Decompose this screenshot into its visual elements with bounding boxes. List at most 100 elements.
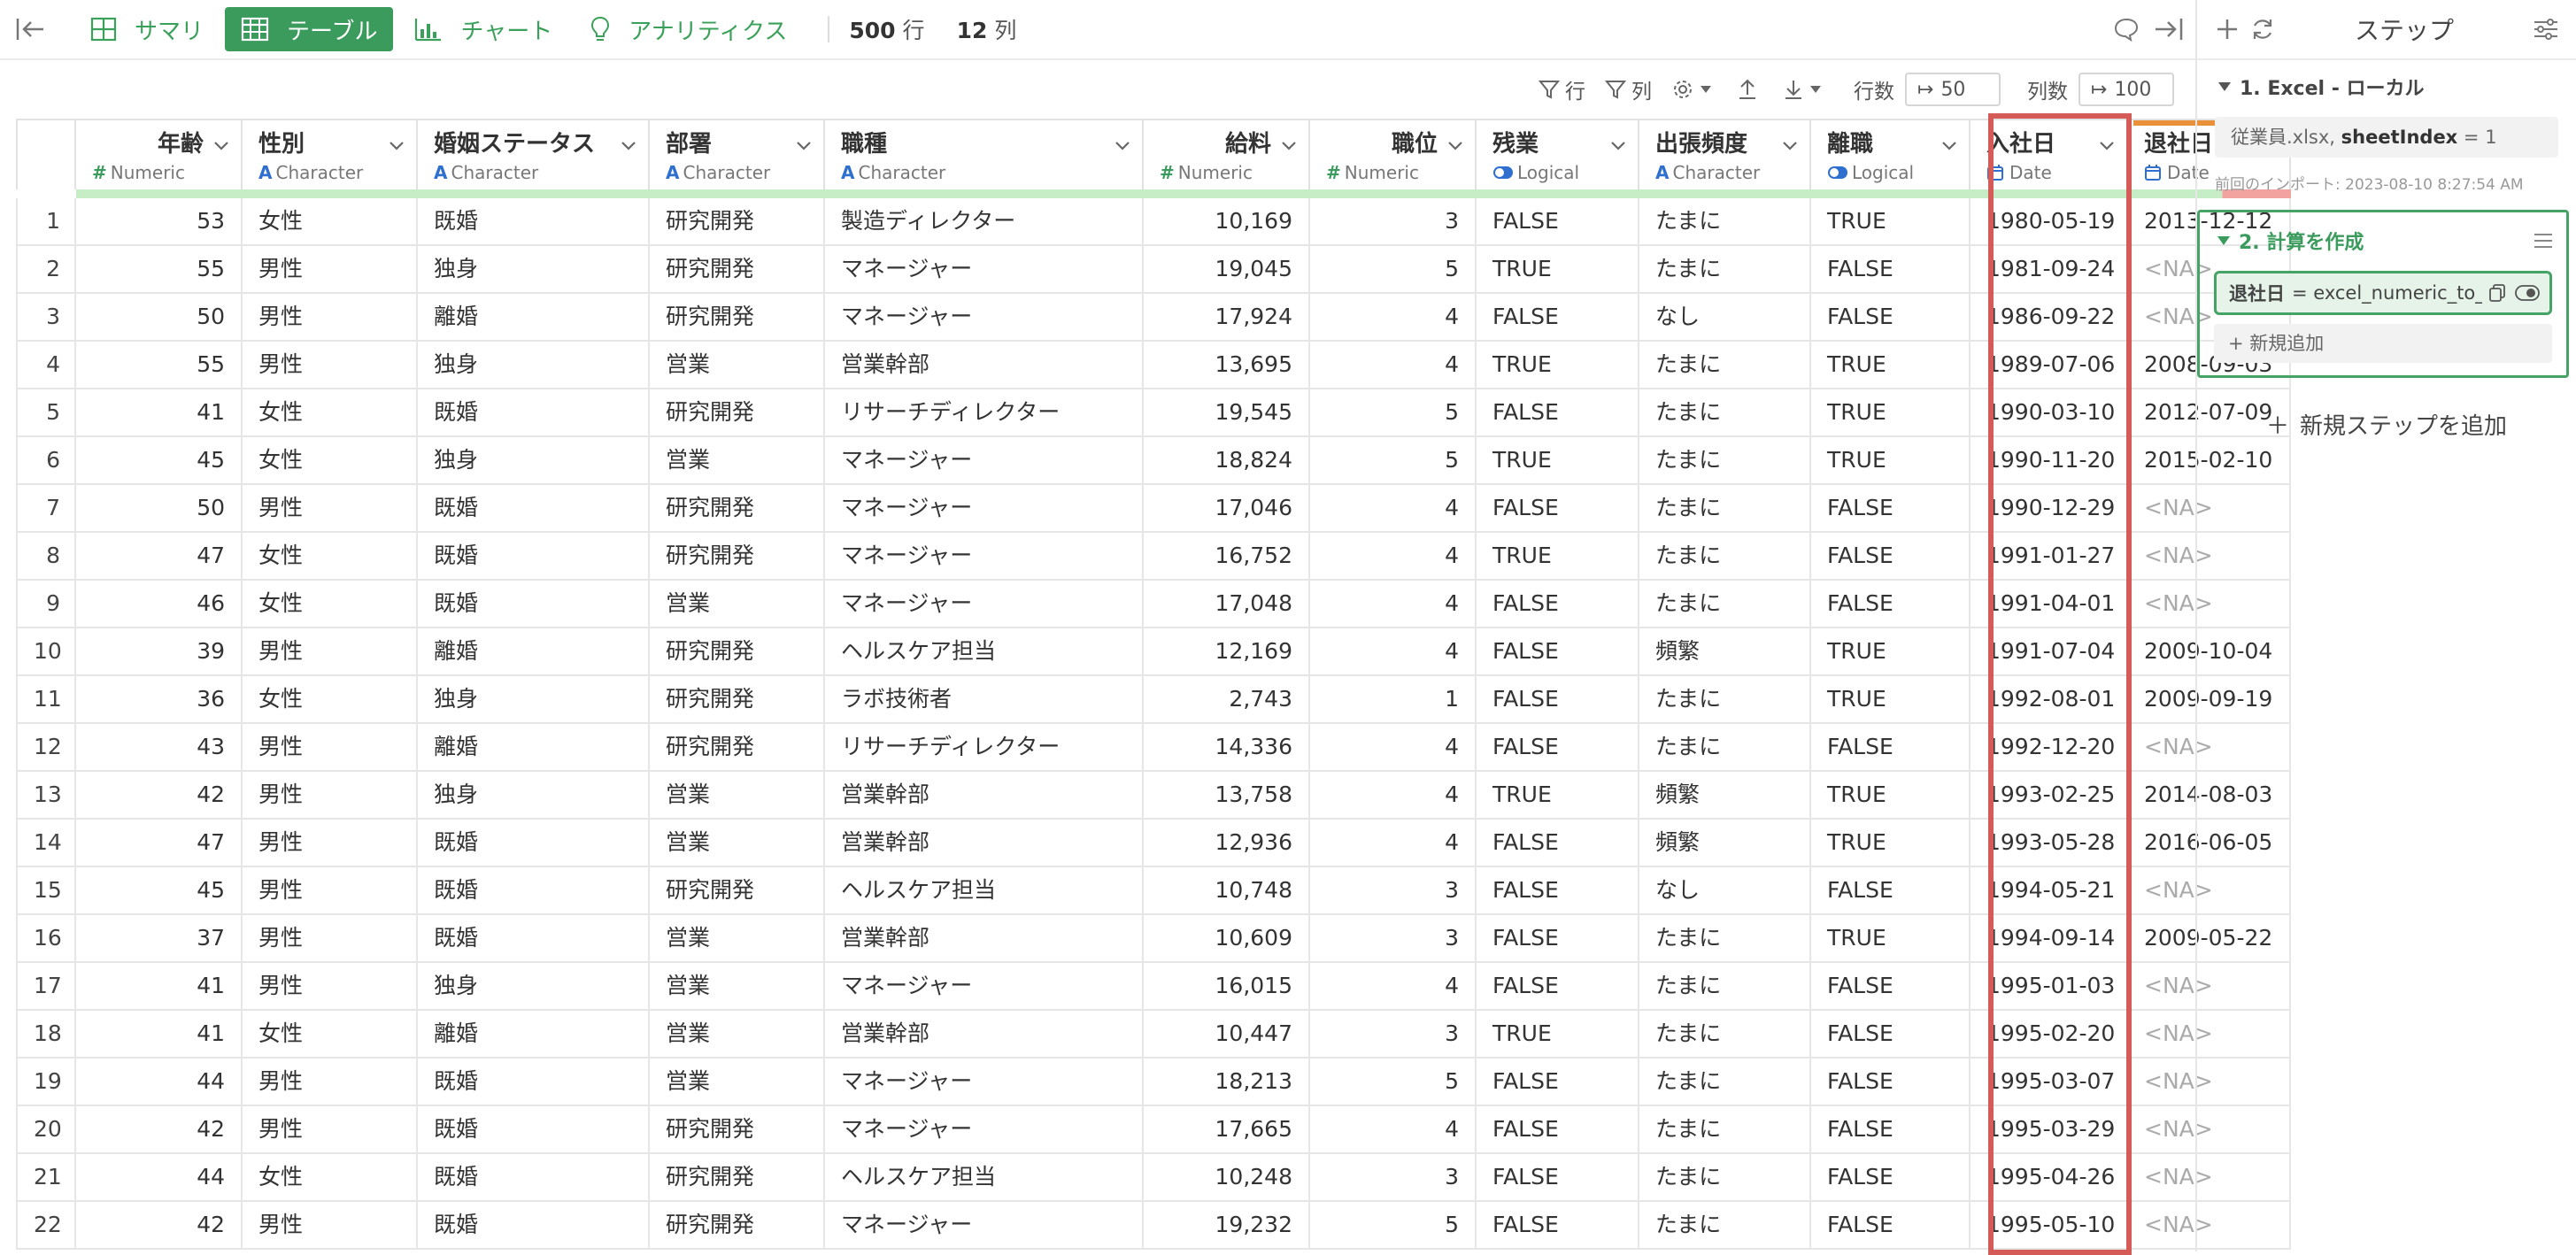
table-cell-hire-date[interactable]: 1994-05-21 [1971,867,2128,915]
table-cell-marital[interactable]: 離婚 [418,1011,650,1059]
table-cell-gender[interactable]: 男性 [243,915,418,963]
column-header-rank[interactable]: 職位 # Numeric [1310,119,1477,189]
table-cell-age[interactable]: 39 [76,628,243,676]
table-cell-overtime[interactable]: TRUE [1477,342,1639,389]
table-row[interactable]: 12 43 男性 離婚 研究開発 リサーチディレクター 14,336 4 FALSE たまに FAL… [16,724,2291,772]
table-cell-gender[interactable]: 男性 [243,1059,418,1106]
table-cell-salary[interactable]: 14,336 [1144,724,1310,772]
table-cell-marital[interactable]: 離婚 [418,724,650,772]
table-cell-rank[interactable]: 3 [1310,1154,1477,1202]
column-header-salary[interactable]: 給料 # Numeric [1144,119,1310,189]
table-cell-hire-date[interactable]: 1980-05-19 [1971,198,2128,246]
table-cell-age[interactable]: 41 [76,1011,243,1059]
table-cell-salary[interactable]: 19,545 [1144,389,1310,437]
table-row[interactable]: 1 53 女性 既婚 研究開発 製造ディレクター 10,169 3 FALSE たまに TRUE 19… [16,198,2291,246]
table-cell-dept[interactable]: 研究開発 [650,628,825,676]
chevron-down-icon[interactable] [795,136,813,154]
table-cell-travel[interactable]: たまに [1639,676,1811,724]
table-cell-dept[interactable]: 営業 [650,772,825,820]
table-cell-dept[interactable]: 営業 [650,963,825,1011]
table-cell-overtime[interactable]: FALSE [1477,1154,1639,1202]
rows-limit-input[interactable]: ↦ 50 [1905,73,2001,106]
table-cell-gender[interactable]: 男性 [243,724,418,772]
table-cell-age[interactable]: 47 [76,820,243,867]
table-cell-marital[interactable]: 既婚 [418,820,650,867]
table-cell-dept[interactable]: 研究開発 [650,389,825,437]
column-header-attrition[interactable]: 離職 Logical [1811,119,1971,189]
table-cell-hire-date[interactable]: 1990-12-29 [1971,485,2128,533]
table-cell-gender[interactable]: 男性 [243,246,418,294]
table-cell-attrition[interactable]: TRUE [1811,820,1971,867]
table-cell-hire-date[interactable]: 1995-03-07 [1971,1059,2128,1106]
chevron-down-icon[interactable] [2098,136,2116,154]
table-row[interactable]: 15 45 男性 既婚 研究開発 ヘルスケア担当 10,748 3 FALSE なし FALSE 19… [16,867,2291,915]
table-cell-gender[interactable]: 女性 [243,533,418,581]
table-cell-attrition[interactable]: FALSE [1811,581,1971,628]
table-row[interactable]: 6 45 女性 独身 営業 マネージャー 18,824 5 TRUE たまに TRUE 1990-11… [16,437,2291,485]
table-cell-attrition[interactable]: FALSE [1811,294,1971,342]
table-cell-dept[interactable]: 研究開発 [650,676,825,724]
table-cell-dept[interactable]: 研究開発 [650,1106,825,1154]
table-cell-job[interactable]: マネージャー [825,294,1144,342]
table-cell-travel[interactable]: たまに [1639,246,1811,294]
table-cell-salary[interactable]: 17,048 [1144,581,1310,628]
table-cell-dept[interactable]: 研究開発 [650,867,825,915]
table-cell-age[interactable]: 50 [76,485,243,533]
table-cell-overtime[interactable]: FALSE [1477,724,1639,772]
table-cell-marital[interactable]: 独身 [418,963,650,1011]
column-header-dept[interactable]: 部署 A Character [650,119,825,189]
table-cell-salary[interactable]: 10,748 [1144,867,1310,915]
table-cell-dept[interactable]: 研究開発 [650,485,825,533]
table-cell-job[interactable]: 営業幹部 [825,1011,1144,1059]
table-cell-hire-date[interactable]: 1991-07-04 [1971,628,2128,676]
table-row[interactable]: 8 47 女性 既婚 研究開発 マネージャー 16,752 4 TRUE たまに FALSE 1991… [16,533,2291,581]
table-row[interactable]: 20 42 男性 既婚 研究開発 マネージャー 17,665 4 FALSE たまに FALSE 19… [16,1106,2291,1154]
chevron-down-icon[interactable] [1940,136,1958,154]
table-cell-age[interactable]: 43 [76,724,243,772]
table-cell-salary[interactable]: 10,447 [1144,1011,1310,1059]
table-cell-travel[interactable]: たまに [1639,389,1811,437]
table-cell-attrition[interactable]: TRUE [1811,437,1971,485]
plus-icon[interactable] [2210,12,2245,47]
table-cell-hire-date[interactable]: 1990-11-20 [1971,437,2128,485]
table-cell-attrition[interactable]: FALSE [1811,1059,1971,1106]
table-cell-hire-date[interactable]: 1995-01-03 [1971,963,2128,1011]
table-cell-rank[interactable]: 4 [1310,485,1477,533]
chevron-down-icon[interactable] [620,136,637,154]
table-cell-rank[interactable]: 4 [1310,963,1477,1011]
table-cell-job[interactable]: 営業幹部 [825,772,1144,820]
table-cell-travel[interactable]: たまに [1639,1059,1811,1106]
table-cell-salary[interactable]: 19,232 [1144,1202,1310,1250]
table-cell-dept[interactable]: 営業 [650,1011,825,1059]
table-cell-travel[interactable]: なし [1639,294,1811,342]
table-cell-travel[interactable]: たまに [1639,1154,1811,1202]
table-row[interactable]: 13 42 男性 独身 営業 営業幹部 13,758 4 TRUE 頻繁 TRUE 1993-02-2… [16,772,2291,820]
table-cell-hire-date[interactable]: 1995-02-20 [1971,1011,2128,1059]
table-cell-gender[interactable]: 女性 [243,1154,418,1202]
table-cell-gender[interactable]: 女性 [243,676,418,724]
column-header-travel[interactable]: 出張頻度 A Character [1639,119,1811,189]
table-cell-attrition[interactable]: TRUE [1811,342,1971,389]
table-cell-overtime[interactable]: FALSE [1477,1059,1639,1106]
table-cell-travel[interactable]: たまに [1639,724,1811,772]
table-cell-salary[interactable]: 19,045 [1144,246,1310,294]
settings-dropdown[interactable] [1671,78,1717,101]
table-cell-overtime[interactable]: FALSE [1477,915,1639,963]
table-cell-hire-date[interactable]: 1993-05-28 [1971,820,2128,867]
table-cell-hire-date[interactable]: 1992-12-20 [1971,724,2128,772]
table-cell-travel[interactable]: たまに [1639,915,1811,963]
table-cell-salary[interactable]: 10,169 [1144,198,1310,246]
column-header-overtime[interactable]: 残業 Logical [1477,119,1639,189]
table-cell-overtime[interactable]: FALSE [1477,867,1639,915]
tab-analytics[interactable]: アナリティクス [574,7,803,51]
table-cell-salary[interactable]: 13,758 [1144,772,1310,820]
table-cell-dept[interactable]: 研究開発 [650,198,825,246]
table-cell-travel[interactable]: たまに [1639,198,1811,246]
table-cell-age[interactable]: 42 [76,772,243,820]
table-cell-travel[interactable]: たまに [1639,1106,1811,1154]
table-cell-rank[interactable]: 3 [1310,867,1477,915]
table-cell-marital[interactable]: 独身 [418,772,650,820]
table-cell-gender[interactable]: 女性 [243,1011,418,1059]
table-cell-rank[interactable]: 5 [1310,437,1477,485]
table-cell-hire-date[interactable]: 1991-01-27 [1971,533,2128,581]
